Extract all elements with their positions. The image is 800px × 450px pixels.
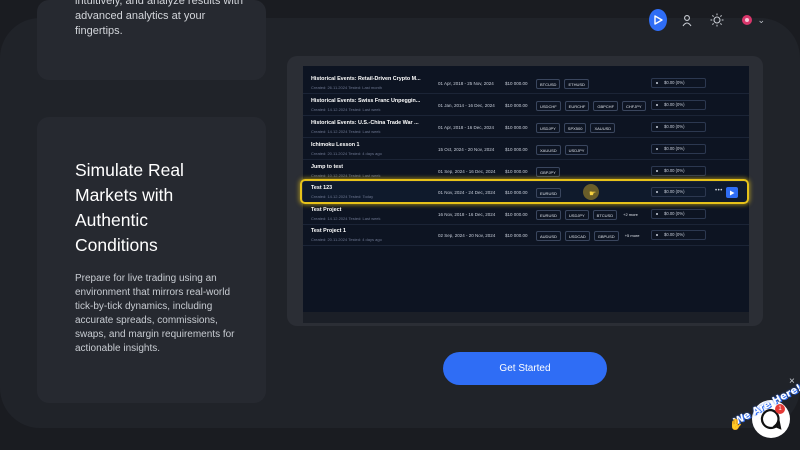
user-icon[interactable] <box>679 9 697 31</box>
waving-hand-icon: ✋ <box>729 419 743 431</box>
top-controls: ⌄ <box>645 6 765 34</box>
project-meta: Created: 14.12.2024 Tested: Last week <box>311 216 381 221</box>
symbol-tag: USDJPY <box>564 210 589 220</box>
symbol-list: USDJPY SPX500 XAUUSD <box>536 123 616 133</box>
project-meta: Created: 14.12.2024 Tested: Last week <box>311 129 381 134</box>
app-preview-footer <box>303 312 749 323</box>
pointer-hand-icon: ☛ <box>589 189 597 198</box>
symbol-tag: BTCUSD <box>592 210 618 220</box>
symbol-list: GBPJPY <box>536 167 560 177</box>
pnl-field: $0.00 (0%) <box>651 209 706 219</box>
feature-card: Simulate Real Markets with Authentic Con… <box>37 117 266 403</box>
project-name[interactable]: Test Project 1 <box>311 228 346 234</box>
project-name[interactable]: Historical Events: Swiss Franc Unpeggin.… <box>311 98 420 104</box>
symbol-tag: USDJPY <box>536 123 560 133</box>
symbol-tag: EURUSD <box>536 210 561 220</box>
intro-card-text: intuitively, and analyze results with ad… <box>75 0 243 37</box>
sun-icon[interactable] <box>708 9 726 31</box>
project-date-range: 01 Apr, 2018 - 25 Nov, 2024 <box>438 81 494 86</box>
chevron-down-icon[interactable]: ⌄ <box>757 15 765 26</box>
intro-card: intuitively, and analyze results with ad… <box>37 0 266 80</box>
project-balance: $10 000.00 <box>505 147 528 152</box>
project-balance: $10 000.00 <box>505 233 528 238</box>
table-row[interactable]: Ichimoku Lesson 1 Created: 20.11.2024 Tes… <box>303 139 749 160</box>
pnl-value: $0.00 (0%) <box>664 80 685 85</box>
feature-card-title: Simulate Real Markets with Authentic Con… <box>75 160 184 255</box>
pnl-value: $0.00 (0%) <box>664 124 685 129</box>
play-icon[interactable] <box>649 9 667 31</box>
more-symbols-tag: +2 more <box>623 212 638 217</box>
pnl-field: $0.00 (0%) <box>651 122 706 132</box>
pnl-field: $0.00 (0%) <box>651 100 706 110</box>
pnl-dot-icon <box>656 81 658 84</box>
symbol-tag: AUDUSD <box>536 231 561 241</box>
symbol-tag: ETHUSD <box>564 79 589 89</box>
pnl-field: $0.00 (0%) <box>651 166 706 176</box>
flag-icon[interactable] <box>738 9 756 31</box>
pnl-dot-icon <box>656 147 658 150</box>
project-balance: $10 000.00 <box>505 169 528 174</box>
project-date-range: 01 Sep, 2024 - 16 Dec, 2024 <box>438 169 496 174</box>
more-symbols-tag: +5 more <box>624 233 640 238</box>
symbol-list: BTCUSD ETHUSD <box>536 79 589 89</box>
project-date-range: 01 Apr, 2018 - 16 Dec, 2024 <box>438 125 495 130</box>
symbol-list: XAUUSD USDJPY <box>536 145 589 155</box>
pnl-field: $0.00 (0%) <box>651 78 706 88</box>
symbol-tag: GBPJPY <box>536 167 560 177</box>
symbol-tag: GBPCHF <box>593 101 619 111</box>
pnl-dot-icon <box>656 212 658 215</box>
table-row[interactable]: Historical Events: Retail-Driven Crypto … <box>303 73 749 94</box>
pnl-dot-icon <box>656 169 658 172</box>
project-date-range: 15 Oct, 2024 - 20 Nov, 2024 <box>438 147 495 152</box>
table-row[interactable]: Historical Events: Swiss Franc Unpeggin.… <box>303 95 749 116</box>
symbol-tag: USDCHF <box>536 101 561 111</box>
project-balance: $10 000.00 <box>505 125 528 130</box>
symbol-tag: USDJPY <box>564 145 589 155</box>
pnl-field: $0.00 (0%) <box>651 230 706 240</box>
symbol-tag: SPX500 <box>563 123 587 133</box>
symbol-list: AUDUSD USDCAD GBPUSD +5 more <box>536 231 641 241</box>
pnl-value: $0.00 (0%) <box>664 232 685 237</box>
symbol-tag: XAUUSD <box>536 145 561 155</box>
symbol-tag: GBPUSD <box>593 231 619 241</box>
pnl-value: $0.00 (0%) <box>664 102 685 107</box>
symbol-list: EURUSD USDJPY BTCUSD +2 more <box>536 210 640 220</box>
project-balance: $10 000.00 <box>505 81 528 86</box>
pnl-value: $0.00 (0%) <box>664 168 685 173</box>
table-row[interactable]: Test Project 1 Created: 20.11.2024 Tested… <box>303 225 749 246</box>
project-name[interactable]: Historical Events: U.S.-China Trade War … <box>311 120 419 126</box>
symbol-list: USDCHF EURCHF GBPCHF CHFJPY <box>536 101 646 111</box>
pnl-value: $0.00 (0%) <box>664 211 685 216</box>
project-balance: $10 000.00 <box>505 103 528 108</box>
pnl-dot-icon <box>656 125 658 128</box>
active-row-highlight <box>300 179 749 204</box>
symbol-tag: EURCHF <box>564 101 590 111</box>
get-started-button[interactable]: Get Started <box>443 352 607 385</box>
chat-widget[interactable]: × 1 We Are Here! ✋ <box>725 376 800 450</box>
symbol-tag: USDCAD <box>564 231 590 241</box>
project-name[interactable]: Test Project <box>311 207 341 213</box>
project-meta: Created: 14.12.2024 Tested: Last week <box>311 107 381 112</box>
table-row[interactable]: Historical Events: U.S.-China Trade War … <box>303 117 749 138</box>
table-row[interactable]: Test Project Created: 14.12.2024 Tested: … <box>303 204 749 225</box>
project-balance: $10 000.00 <box>505 212 528 217</box>
pnl-dot-icon <box>656 103 658 106</box>
project-meta: Created: 20.11.2024 Tested: 4 days ago <box>311 151 382 156</box>
project-name[interactable]: Historical Events: Retail-Driven Crypto … <box>311 76 421 82</box>
symbol-tag: BTCUSD <box>536 79 561 89</box>
symbol-tag: XAUUSD <box>590 123 616 133</box>
pnl-value: $0.00 (0%) <box>664 146 685 151</box>
pnl-field: $0.00 (0%) <box>651 144 706 154</box>
project-name[interactable]: Ichimoku Lesson 1 <box>311 142 360 148</box>
symbol-tag: CHFJPY <box>622 101 646 111</box>
feature-card-description: Prepare for live trading using an enviro… <box>75 273 235 354</box>
project-meta: Created: 10.12.2024 Tested: Last week <box>311 173 381 178</box>
pnl-dot-icon <box>656 233 658 236</box>
project-date-range: 01 Jan, 2014 - 16 Dec, 2024 <box>438 103 495 108</box>
project-meta: Created: 20.11.2024 Tested: 4 days ago <box>311 237 382 242</box>
project-name[interactable]: Jump to test <box>311 164 343 170</box>
project-date-range: 02 Sep, 2024 - 20 Nov, 2024 <box>438 233 496 238</box>
project-date-range: 16 Nov, 2018 - 16 Dec, 2024 <box>438 212 496 217</box>
project-meta: Created: 26.11.2024 Tested: Last month <box>311 85 383 90</box>
